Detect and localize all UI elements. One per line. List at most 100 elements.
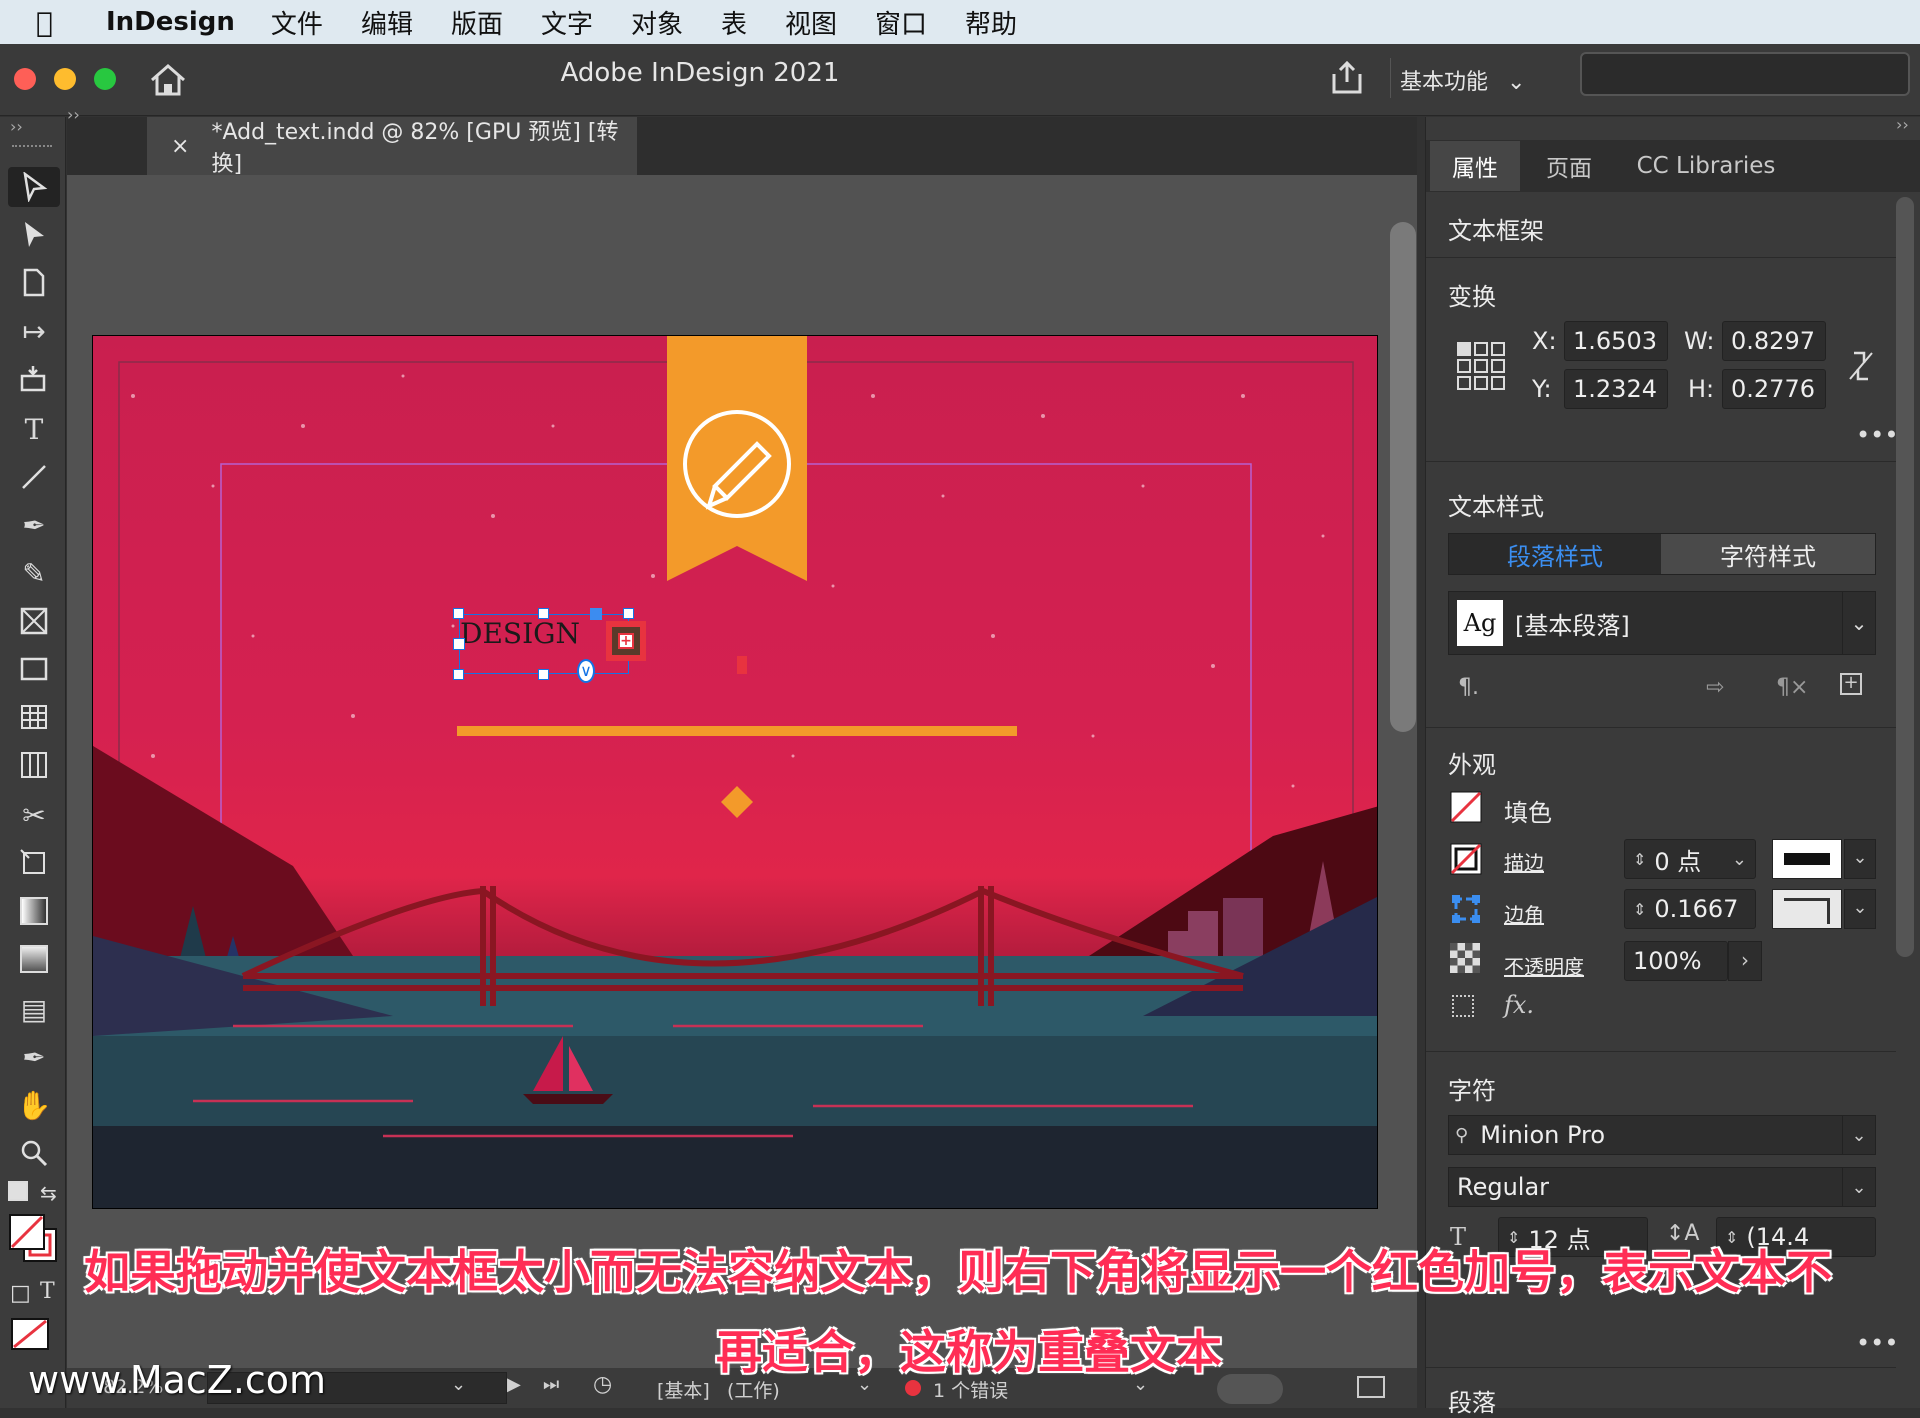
vertical-scrollbar[interactable] <box>1390 222 1416 732</box>
paragraph-style-dropdown[interactable]: Ag [基本段落] ⌄ <box>1448 591 1876 655</box>
grid-tool-icon[interactable] <box>8 745 60 785</box>
tab-properties[interactable]: 属性 <box>1430 141 1520 191</box>
stroke-swatch-icon[interactable] <box>1450 843 1482 875</box>
split-window-icon[interactable] <box>1357 1376 1385 1398</box>
eyedropper-tool-icon[interactable]: ✒ <box>8 1037 60 1077</box>
fx-icon[interactable]: fx. <box>1504 991 1534 1019</box>
formatting-container-icon[interactable]: □ <box>10 1281 31 1306</box>
font-style-dropdown[interactable]: Regular ⌄ <box>1448 1167 1876 1207</box>
note-tool-icon[interactable]: ▤ <box>8 989 60 1029</box>
stepper-icon[interactable]: ⇕ <box>1633 850 1646 869</box>
close-tab-icon[interactable]: × <box>171 134 189 159</box>
corner-shape-dropdown[interactable] <box>1772 889 1842 929</box>
tab-cc-libraries[interactable]: CC Libraries <box>1618 141 1794 191</box>
expand-panel-icon[interactable]: ›› <box>67 105 80 124</box>
pen-tool-icon[interactable]: ✒ <box>8 505 60 545</box>
menu-help[interactable]: 帮助 <box>965 4 1017 41</box>
horizontal-scrollbar[interactable] <box>1217 1374 1283 1404</box>
gap-tool-icon[interactable]: ↦ <box>8 311 60 351</box>
effects-frame-icon[interactable] <box>1452 995 1474 1017</box>
tab-character-styles[interactable]: 字符样式 <box>1661 534 1875 574</box>
collapse-panel-icon[interactable]: ›› <box>1896 115 1909 134</box>
corner-size-field[interactable]: ⇕ 0.1667 <box>1624 889 1756 929</box>
font-family-dropdown[interactable]: ⚲ Minion Pro ⌄ <box>1448 1115 1876 1155</box>
rectangle-tool-icon[interactable] <box>8 649 60 689</box>
close-window-button[interactable] <box>14 68 36 90</box>
resize-handle[interactable] <box>623 608 634 619</box>
height-field[interactable]: 0.2776 <box>1722 369 1826 409</box>
resize-handle[interactable] <box>538 669 549 680</box>
free-transform-tool-icon[interactable] <box>8 843 60 883</box>
default-colors-icon[interactable] <box>8 1181 28 1201</box>
in-port-handle[interactable] <box>590 608 602 620</box>
menu-app-name[interactable]: InDesign <box>106 7 235 37</box>
search-input[interactable] <box>1580 52 1910 96</box>
menu-layout[interactable]: 版面 <box>451 4 503 41</box>
formatting-text-icon[interactable]: T <box>40 1279 55 1304</box>
paragraph-mark-icon[interactable]: ¶. <box>1458 675 1479 700</box>
tab-add-text-document[interactable]: × *Add_text.indd @ 82% [GPU 预览] [转换] <box>147 117 637 177</box>
y-position-field[interactable]: 1.2324 <box>1564 369 1668 409</box>
load-styles-icon[interactable]: ⇨ <box>1706 675 1724 700</box>
resize-handle[interactable] <box>453 669 464 680</box>
chevron-down-icon[interactable]: ⌄ <box>451 1374 466 1395</box>
line-tool-icon[interactable] <box>8 457 60 497</box>
page-tool-icon[interactable] <box>8 263 60 303</box>
document-page[interactable]: DESIGN ∨ + <box>92 335 1378 1209</box>
type-tool-icon[interactable]: T <box>8 409 60 449</box>
rectangle-frame-tool-icon[interactable] <box>8 601 60 641</box>
menu-view[interactable]: 视图 <box>785 4 837 41</box>
chevron-down-icon[interactable]: ⌄ <box>1844 889 1876 929</box>
tab-paragraph-styles[interactable]: 段落样式 <box>1449 534 1661 574</box>
apply-none-icon[interactable] <box>10 1317 50 1351</box>
stroke-type-dropdown[interactable] <box>1772 839 1842 879</box>
next-page-icon[interactable]: ▶ <box>507 1374 521 1395</box>
menu-object[interactable]: 对象 <box>631 4 683 41</box>
share-icon[interactable] <box>1330 60 1364 96</box>
swap-colors-icon[interactable]: ⇆ <box>40 1181 57 1205</box>
apple-icon[interactable]:  <box>36 6 90 39</box>
scissors-tool-icon[interactable]: ✂ <box>8 795 60 835</box>
link-indicator-icon[interactable]: ∨ <box>577 659 595 683</box>
zoom-window-button[interactable] <box>94 68 116 90</box>
new-style-icon[interactable]: + <box>1840 673 1862 695</box>
resize-handle[interactable] <box>453 608 464 619</box>
stepper-icon[interactable]: ⇕ <box>1633 900 1646 919</box>
menu-table[interactable]: 表 <box>721 4 747 41</box>
last-page-icon[interactable]: ⏭ <box>543 1374 559 1395</box>
clear-overrides-icon[interactable]: ¶× <box>1776 675 1808 700</box>
more-options-icon[interactable]: ••• <box>1856 1329 1898 1357</box>
preflight-icon[interactable]: ◷ <box>593 1372 612 1397</box>
fill-swatch-icon[interactable] <box>1450 791 1482 823</box>
toolbar-grip[interactable] <box>12 145 52 149</box>
menu-file[interactable]: 文件 <box>271 4 323 41</box>
hand-tool-icon[interactable]: ✋ <box>8 1085 60 1125</box>
menu-window[interactable]: 窗口 <box>875 4 927 41</box>
selected-text-frame[interactable]: DESIGN <box>459 614 629 674</box>
chevron-down-icon[interactable]: ⌄ <box>1844 839 1876 879</box>
gradient-swatch-tool-icon[interactable] <box>8 891 60 931</box>
table-tool-icon[interactable] <box>8 697 60 737</box>
chevron-right-icon[interactable]: › <box>1728 941 1762 981</box>
preflight-profile[interactable]: [基本] <box>657 1376 710 1403</box>
workspace-switcher[interactable]: 基本功能 ⌄ <box>1400 64 1525 96</box>
menu-type[interactable]: 文字 <box>541 4 593 41</box>
text-frame-content[interactable]: DESIGN <box>460 617 580 650</box>
minimize-window-button[interactable] <box>54 68 76 90</box>
corner-label[interactable]: 边角 <box>1504 899 1544 928</box>
collapse-panel-icon[interactable]: ›› <box>10 117 23 136</box>
width-field[interactable]: 0.8297 <box>1722 321 1826 361</box>
content-collector-icon[interactable] <box>8 359 60 399</box>
selection-tool-icon[interactable] <box>8 167 60 207</box>
overset-text-icon[interactable]: + <box>606 621 646 661</box>
reference-point-icon[interactable] <box>1456 341 1506 391</box>
corner-options-icon[interactable] <box>1450 893 1482 925</box>
gradient-feather-tool-icon[interactable] <box>8 939 60 979</box>
chevron-down-icon[interactable]: ⌄ <box>1732 849 1747 870</box>
menu-edit[interactable]: 编辑 <box>361 4 413 41</box>
panel-scrollbar[interactable] <box>1896 197 1914 957</box>
more-options-icon[interactable]: ••• <box>1856 421 1898 449</box>
direct-selection-tool-icon[interactable] <box>8 215 60 255</box>
tab-pages[interactable]: 页面 <box>1522 141 1616 191</box>
constrain-proportions-icon[interactable] <box>1846 349 1876 383</box>
